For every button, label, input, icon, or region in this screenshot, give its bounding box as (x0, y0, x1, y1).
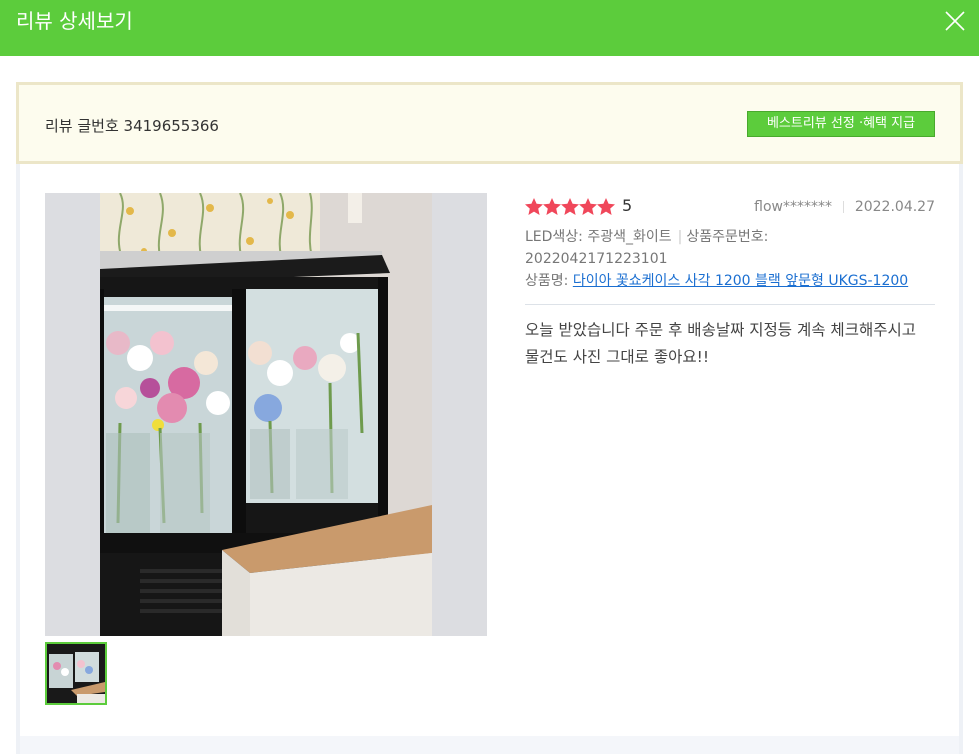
star-icon (597, 198, 615, 215)
review-number: 리뷰 글번호 3419655366 (45, 117, 219, 135)
review-photo (45, 193, 487, 636)
panel-border-right (959, 164, 963, 754)
review-notice-box: 리뷰 글번호 3419655366 베스트리뷰 선정 ·혜택 지급 (16, 82, 963, 164)
review-author: flow******* (754, 199, 832, 215)
photo-thumbnail[interactable] (45, 642, 107, 705)
order-number: 2022042171223101 (525, 251, 668, 267)
modal-header: 리뷰 상세보기 (0, 0, 979, 56)
star-icon (525, 198, 543, 215)
option-info: LED색상: 주광색_화이트 (525, 229, 672, 245)
meta-divider: | (677, 229, 683, 245)
rating-row: 5 flow******* 2022.04.27 (525, 195, 935, 219)
product-link[interactable]: 다이아 꽃쇼케이스 사각 1200 블랙 앞문형 UKGS-1200 (573, 273, 908, 289)
review-date: 2022.04.27 (854, 199, 935, 215)
panel-border-left (16, 164, 20, 754)
best-review-badge[interactable]: 베스트리뷰 선정 ·혜택 지급 (747, 111, 935, 137)
rating-score: 5 (622, 196, 633, 215)
thumbnail-image (47, 644, 105, 703)
purchase-meta: LED색상: 주광색_화이트 | 상품주문번호: 2022042171223101 (525, 226, 935, 270)
order-number-label: 상품주문번호: (686, 229, 769, 245)
showcase-photo-image (100, 193, 432, 636)
close-button[interactable] (944, 10, 966, 32)
star-icon (579, 198, 597, 215)
star-icon (561, 198, 579, 215)
star-rating (525, 198, 615, 215)
product-label: 상품명: (525, 273, 569, 289)
modal-title: 리뷰 상세보기 (16, 9, 133, 33)
star-icon (543, 198, 561, 215)
close-icon (945, 11, 965, 31)
divider (525, 304, 935, 305)
review-body: 오늘 받았습니다 주문 후 배송날짜 지정등 계속 체크해주시고 물건도 사진 … (525, 321, 916, 366)
meta-separator (843, 201, 844, 213)
product-info: 상품명: 다이아 꽃쇼케이스 사각 1200 블랙 앞문형 UKGS-1200 (525, 270, 935, 292)
panel-footer (20, 736, 959, 754)
